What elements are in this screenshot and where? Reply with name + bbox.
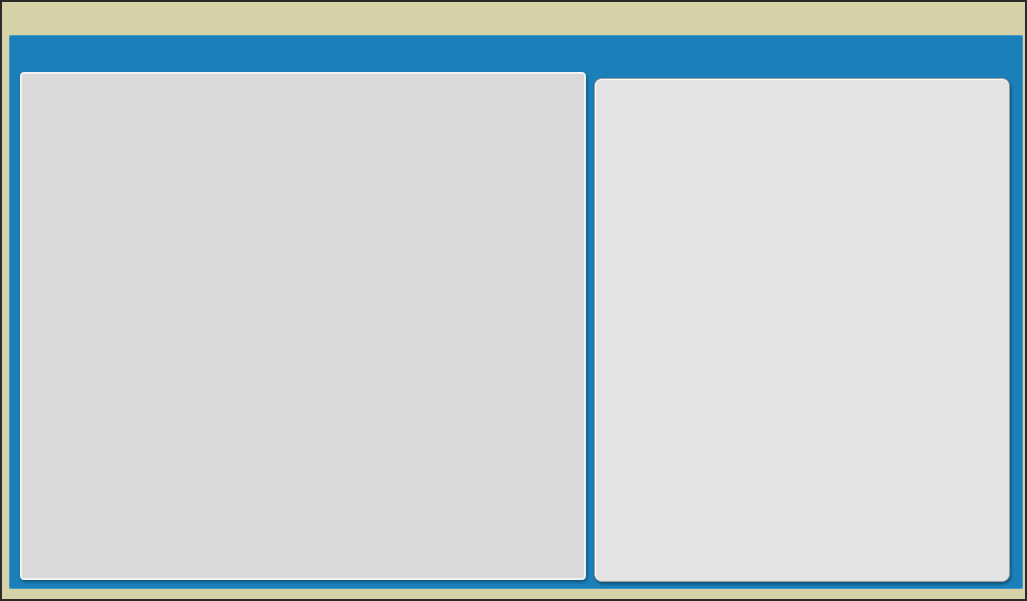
controls-panel: [594, 78, 1010, 582]
plots-panel: [20, 72, 586, 580]
app-window: [0, 0, 1027, 601]
